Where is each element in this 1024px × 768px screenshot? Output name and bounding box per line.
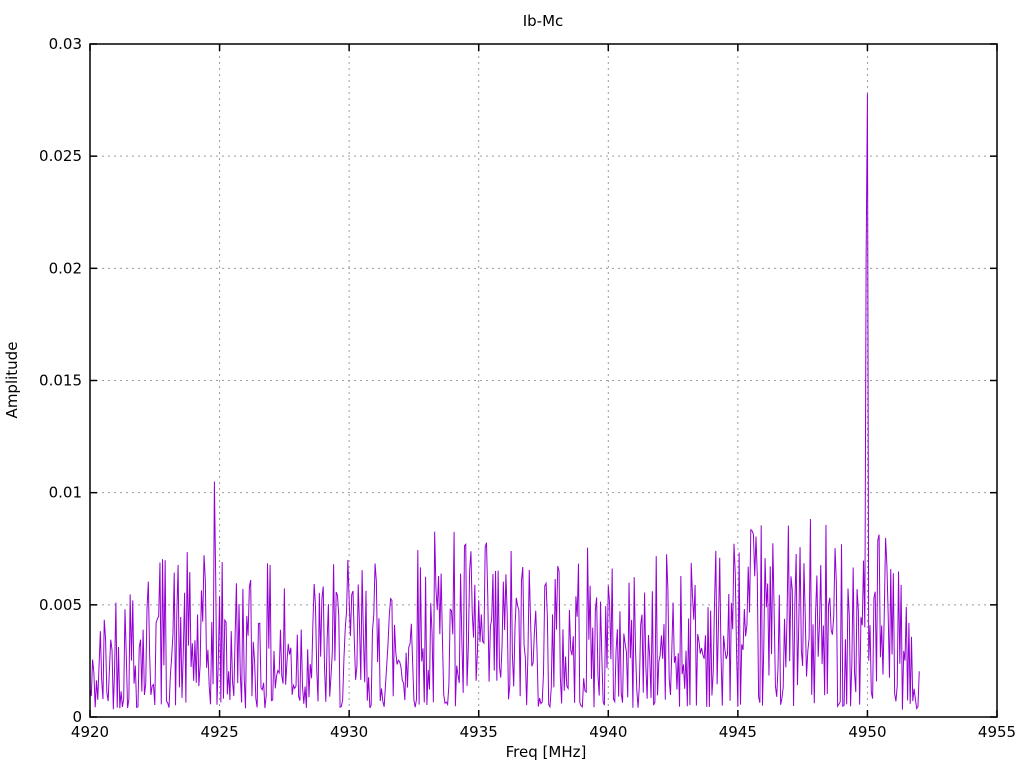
y-tick-label: 0.02 <box>49 259 82 277</box>
x-tick-label: 4930 <box>330 723 368 741</box>
chart-title: Ib-Mc <box>523 12 564 30</box>
y-axis-label: Amplitude <box>3 342 21 419</box>
spectrum-chart: 4920 4925 4930 4935 4940 4945 4950 495500.0050.… <box>3 12 1016 761</box>
spectrum-trace <box>89 93 920 710</box>
x-tick-label: 4955 <box>978 723 1016 741</box>
chart-window: 4920 4925 4930 4935 4940 4945 4950 4955 0 0.005 0.… <box>0 0 1024 768</box>
y-tick-label: 0.01 <box>49 484 82 502</box>
y-tick-label: 0 <box>72 708 82 726</box>
x-tick-label: 4945 <box>719 723 757 741</box>
x-tick-label: 4925 <box>200 723 238 741</box>
plot-border <box>89 43 998 718</box>
y-tick-label: 0.025 <box>39 147 82 165</box>
x-tick-label: 4950 <box>848 723 886 741</box>
y-tick-label: 0.03 <box>49 35 82 53</box>
grid <box>90 44 997 717</box>
y-tick-label: 0.005 <box>39 596 82 614</box>
spectrum-trace-layer <box>89 93 920 710</box>
x-tick-label: 4940 <box>589 723 627 741</box>
y-tick-label: 0.015 <box>39 372 82 390</box>
axes <box>89 43 998 718</box>
x-axis-label: Freq [MHz] <box>506 743 587 761</box>
x-tick-label: 4935 <box>460 723 498 741</box>
